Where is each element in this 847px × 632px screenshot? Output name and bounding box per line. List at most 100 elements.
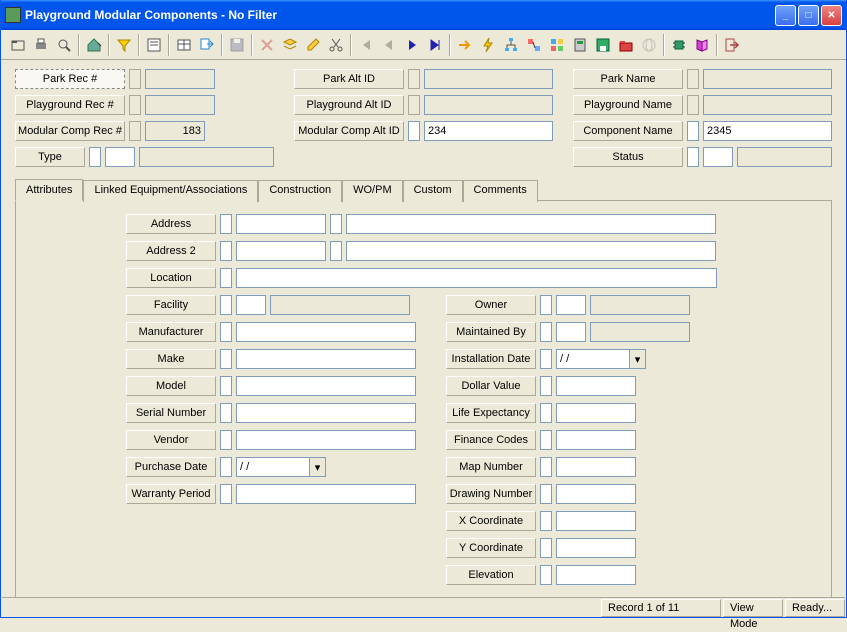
maximize-button[interactable]: □ (798, 5, 819, 26)
finance-label[interactable]: Finance Codes (446, 430, 536, 450)
address-field[interactable] (346, 214, 716, 234)
purchase-date-field[interactable]: / /▾ (236, 457, 326, 477)
preview-icon[interactable] (53, 34, 75, 56)
model-field[interactable] (236, 376, 416, 396)
lock-toggle[interactable] (220, 349, 232, 369)
lock-toggle[interactable] (220, 484, 232, 504)
lock-toggle[interactable] (220, 214, 232, 234)
next-icon[interactable] (401, 34, 423, 56)
facility-code-field[interactable] (236, 295, 266, 315)
manufacturer-label[interactable]: Manufacturer (126, 322, 216, 342)
goto-icon[interactable] (454, 34, 476, 56)
pg-alt-label[interactable]: Playground Alt ID (294, 95, 404, 115)
owner-code-field[interactable] (556, 295, 586, 315)
map-field[interactable] (556, 457, 636, 477)
last-icon[interactable] (424, 34, 446, 56)
owner-label[interactable]: Owner (446, 295, 536, 315)
minimize-button[interactable]: _ (775, 5, 796, 26)
vendor-field[interactable] (236, 430, 416, 450)
y-coord-field[interactable] (556, 538, 636, 558)
calc-icon[interactable] (569, 34, 591, 56)
book-icon[interactable] (691, 34, 713, 56)
type-code-field[interactable] (105, 147, 135, 167)
chevron-down-icon[interactable]: ▾ (309, 458, 325, 476)
y-coord-label[interactable]: Y Coordinate (446, 538, 536, 558)
open-icon[interactable] (7, 34, 29, 56)
lock-toggle[interactable] (220, 430, 232, 450)
tab-custom[interactable]: Custom (403, 180, 463, 202)
prev-icon[interactable] (378, 34, 400, 56)
tab-comments[interactable]: Comments (463, 180, 538, 202)
lock-toggle[interactable] (220, 322, 232, 342)
serial-label[interactable]: Serial Number (126, 403, 216, 423)
address-label[interactable]: Address (126, 214, 216, 234)
delete-icon[interactable] (256, 34, 278, 56)
lock-toggle[interactable] (408, 95, 420, 115)
lock-toggle[interactable] (408, 121, 420, 141)
lock-toggle[interactable] (330, 241, 342, 261)
warranty-field[interactable] (236, 484, 416, 504)
model-label[interactable]: Model (126, 376, 216, 396)
mc-rec-label[interactable]: Modular Comp Rec # (15, 121, 125, 141)
lock-toggle[interactable] (220, 376, 232, 396)
mc-alt-label[interactable]: Modular Comp Alt ID (294, 121, 404, 141)
lock-toggle[interactable] (540, 376, 552, 396)
lock-toggle[interactable] (89, 147, 101, 167)
flash-icon[interactable] (477, 34, 499, 56)
save-icon[interactable] (226, 34, 248, 56)
status-code-field[interactable] (703, 147, 733, 167)
dollar-field[interactable] (556, 376, 636, 396)
lock-toggle[interactable] (540, 322, 552, 342)
lock-toggle[interactable] (408, 69, 420, 89)
lock-toggle[interactable] (540, 349, 552, 369)
drawing-label[interactable]: Drawing Number (446, 484, 536, 504)
layers-icon[interactable] (279, 34, 301, 56)
tab-linked[interactable]: Linked Equipment/Associations (83, 180, 258, 202)
close-button[interactable]: ✕ (821, 5, 842, 26)
comp-name-field[interactable]: 2345 (703, 121, 832, 141)
folder-icon[interactable] (615, 34, 637, 56)
drawing-field[interactable] (556, 484, 636, 504)
first-icon[interactable] (355, 34, 377, 56)
install-date-label[interactable]: Installation Date (446, 349, 536, 369)
life-field[interactable] (556, 403, 636, 423)
cut-icon[interactable] (325, 34, 347, 56)
tab-wopm[interactable]: WO/PM (342, 180, 403, 202)
lock-toggle[interactable] (540, 484, 552, 504)
lock-toggle[interactable] (220, 295, 232, 315)
form-icon[interactable] (143, 34, 165, 56)
lock-toggle[interactable] (129, 121, 141, 141)
tree-icon[interactable] (500, 34, 522, 56)
chevron-down-icon[interactable]: ▾ (629, 350, 645, 368)
x-coord-field[interactable] (556, 511, 636, 531)
lock-toggle[interactable] (540, 511, 552, 531)
lock-toggle[interactable] (129, 95, 141, 115)
chip-icon[interactable] (668, 34, 690, 56)
lock-toggle[interactable] (687, 147, 699, 167)
vendor-label[interactable]: Vendor (126, 430, 216, 450)
lock-toggle[interactable] (540, 457, 552, 477)
purchase-date-label[interactable]: Purchase Date (126, 457, 216, 477)
mc-alt-field[interactable]: 234 (424, 121, 553, 141)
lock-toggle[interactable] (540, 430, 552, 450)
address-num-field[interactable] (236, 214, 326, 234)
map-label[interactable]: Map Number (446, 457, 536, 477)
exit-icon[interactable] (721, 34, 743, 56)
make-label[interactable]: Make (126, 349, 216, 369)
export-icon[interactable] (196, 34, 218, 56)
lock-toggle[interactable] (220, 268, 232, 288)
warranty-label[interactable]: Warranty Period (126, 484, 216, 504)
facility-label[interactable]: Facility (126, 295, 216, 315)
lock-toggle[interactable] (687, 95, 699, 115)
lock-toggle[interactable] (129, 69, 141, 89)
location-field[interactable] (236, 268, 717, 288)
park-rec-label[interactable]: Park Rec # (15, 69, 125, 89)
home-icon[interactable] (83, 34, 105, 56)
print-icon[interactable] (30, 34, 52, 56)
lock-toggle[interactable] (540, 538, 552, 558)
maintained-code-field[interactable] (556, 322, 586, 342)
lock-toggle[interactable] (220, 403, 232, 423)
type-label[interactable]: Type (15, 147, 85, 167)
install-date-field[interactable]: / /▾ (556, 349, 646, 369)
lock-toggle[interactable] (687, 69, 699, 89)
